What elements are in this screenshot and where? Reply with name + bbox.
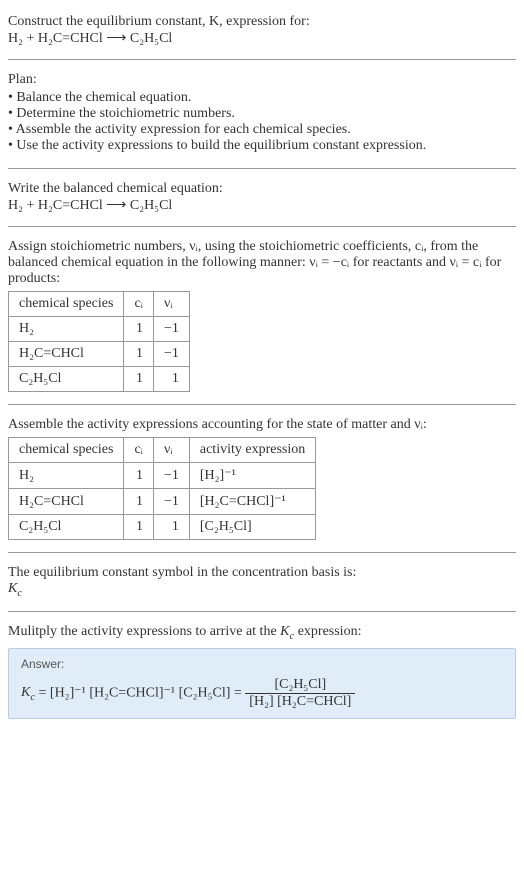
plan-item: Use the activity expressions to build th…: [8, 138, 516, 154]
col-expr: activity expression: [189, 438, 315, 463]
balanced-heading: Write the balanced chemical equation:: [8, 181, 516, 197]
divider: [8, 552, 516, 553]
answer-label: Answer:: [21, 657, 503, 671]
divider: [8, 59, 516, 60]
cell-ci: 1: [124, 367, 154, 392]
cell-vi: −1: [153, 463, 189, 489]
final-text: Mulitply the activity expressions to arr…: [8, 624, 516, 642]
fraction-denominator: [H₂] [H₂C=CHCl]: [245, 694, 355, 710]
symbol-text: The equilibrium constant symbol in the c…: [8, 565, 516, 581]
symbol-kc: Kc: [8, 581, 516, 599]
plan-item: Determine the stoichiometric numbers.: [8, 106, 516, 122]
divider: [8, 404, 516, 405]
cell-vi: −1: [153, 342, 189, 367]
table-header-row: chemical species cᵢ νᵢ activity expressi…: [9, 438, 316, 463]
table-row: C₂H₅Cl 1 1: [9, 367, 190, 392]
plan-item: Balance the chemical equation.: [8, 90, 516, 106]
divider: [8, 226, 516, 227]
activity-text: Assemble the activity expressions accoun…: [8, 417, 516, 433]
activity-section: Assemble the activity expressions accoun…: [8, 411, 516, 546]
cell-expr: [H₂]⁻¹: [189, 463, 315, 489]
fraction-numerator: [C₂H₅Cl]: [245, 677, 355, 694]
answer-equation: Kc = [H₂]⁻¹ [H₂C=CHCl]⁻¹ [C₂H₅Cl] = [C₂H…: [21, 677, 503, 710]
plan-section: Plan: Balance the chemical equation. Det…: [8, 66, 516, 162]
col-vi: νᵢ: [153, 292, 189, 317]
cell-species: C₂H₅Cl: [9, 515, 124, 540]
cell-vi: −1: [153, 489, 189, 515]
cell-ci: 1: [124, 317, 154, 342]
cell-expr: [C₂H₅Cl]: [189, 515, 315, 540]
activity-table: chemical species cᵢ νᵢ activity expressi…: [8, 437, 316, 540]
col-ci: cᵢ: [124, 438, 154, 463]
symbol-section: The equilibrium constant symbol in the c…: [8, 559, 516, 605]
table-header-row: chemical species cᵢ νᵢ: [9, 292, 190, 317]
cell-species: H₂: [9, 463, 124, 489]
col-vi: νᵢ: [153, 438, 189, 463]
cell-vi: 1: [153, 367, 189, 392]
intro-equation: H₂ + H₂C=CHCl ⟶ C₂H₅Cl: [8, 30, 516, 47]
final-section: Mulitply the activity expressions to arr…: [8, 618, 516, 725]
col-ci: cᵢ: [124, 292, 154, 317]
table-row: C₂H₅Cl 1 1 [C₂H₅Cl]: [9, 515, 316, 540]
divider: [8, 168, 516, 169]
cell-species: H₂C=CHCl: [9, 342, 124, 367]
intro-section: Construct the equilibrium constant, K, e…: [8, 8, 516, 53]
stoich-table: chemical species cᵢ νᵢ H₂ 1 −1 H₂C=CHCl …: [8, 291, 190, 392]
stoich-text: Assign stoichiometric numbers, νᵢ, using…: [8, 239, 516, 287]
answer-box: Answer: Kc = [H₂]⁻¹ [H₂C=CHCl]⁻¹ [C₂H₅Cl…: [8, 648, 516, 719]
col-species: chemical species: [9, 438, 124, 463]
cell-vi: −1: [153, 317, 189, 342]
balanced-equation: H₂ + H₂C=CHCl ⟶ C₂H₅Cl: [8, 197, 516, 214]
cell-ci: 1: [124, 489, 154, 515]
cell-ci: 1: [124, 342, 154, 367]
plan-item: Assemble the activity expression for eac…: [8, 122, 516, 138]
stoich-section: Assign stoichiometric numbers, νᵢ, using…: [8, 233, 516, 398]
fraction: [C₂H₅Cl] [H₂] [H₂C=CHCl]: [245, 677, 355, 710]
intro-line1: Construct the equilibrium constant, K, e…: [8, 14, 516, 30]
cell-species: H₂: [9, 317, 124, 342]
table-row: H₂ 1 −1 [H₂]⁻¹: [9, 463, 316, 489]
table-row: H₂C=CHCl 1 −1: [9, 342, 190, 367]
plan-heading: Plan:: [8, 72, 516, 88]
table-row: H₂C=CHCl 1 −1 [H₂C=CHCl]⁻¹: [9, 489, 316, 515]
balanced-section: Write the balanced chemical equation: H₂…: [8, 175, 516, 220]
cell-ci: 1: [124, 515, 154, 540]
table-row: H₂ 1 −1: [9, 317, 190, 342]
divider: [8, 611, 516, 612]
cell-species: C₂H₅Cl: [9, 367, 124, 392]
cell-vi: 1: [153, 515, 189, 540]
col-species: chemical species: [9, 292, 124, 317]
cell-species: H₂C=CHCl: [9, 489, 124, 515]
plan-list: Balance the chemical equation. Determine…: [8, 90, 516, 154]
cell-ci: 1: [124, 463, 154, 489]
cell-expr: [H₂C=CHCl]⁻¹: [189, 489, 315, 515]
